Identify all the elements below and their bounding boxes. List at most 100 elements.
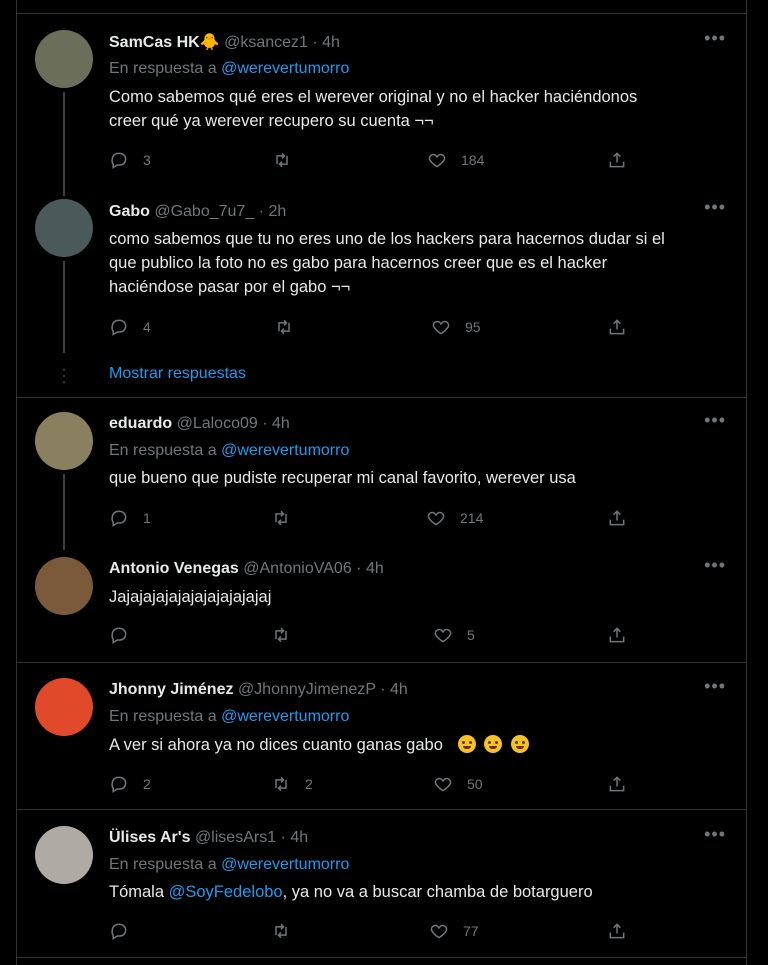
retweet-icon (276, 152, 288, 168)
author-handle[interactable]: @JhonnyJimenezP (238, 681, 376, 698)
tweet-text: Como sabemos qué eres el werever origina… (109, 85, 729, 133)
retweet-button[interactable] (271, 508, 305, 528)
reply-mention-link[interactable]: @werevertumorro (221, 708, 349, 725)
more-options-icon[interactable]: ••• (704, 410, 726, 431)
like-button[interactable]: 214 (426, 508, 483, 528)
author-name[interactable]: Antonio Venegas (109, 560, 239, 577)
reply-button[interactable]: 1 (109, 508, 151, 528)
author-name[interactable]: Gabo (109, 203, 150, 220)
share-icon (609, 776, 625, 792)
like-button[interactable]: 184 (427, 150, 484, 170)
reply-count: 1 (143, 510, 151, 526)
retweet-icon (278, 319, 290, 335)
avatar[interactable] (35, 412, 93, 470)
more-options-icon[interactable]: ••• (704, 197, 726, 218)
timestamp[interactable]: · 4h (262, 415, 290, 432)
tweet-text-line: que bueno que pudiste recuperar mi canal… (109, 469, 576, 487)
retweet-icon (275, 923, 287, 939)
avatar[interactable] (35, 826, 93, 884)
reply-mention-link[interactable]: @werevertumorro (221, 856, 349, 873)
show-replies-link[interactable]: Mostrar respuestas (109, 365, 246, 383)
share-button[interactable] (607, 921, 627, 941)
like-button[interactable]: 50 (433, 774, 483, 794)
thread-line (63, 474, 65, 550)
tweet-header: Antonio Venegas @AntonioVA06 · 4h (109, 560, 384, 578)
retweet-icon (275, 776, 287, 792)
timestamp[interactable]: · 2h (259, 203, 287, 220)
more-options-icon[interactable]: ••• (704, 676, 726, 697)
divider (17, 662, 746, 663)
share-button[interactable] (607, 508, 627, 528)
avatar[interactable] (35, 199, 93, 257)
timestamp[interactable]: · 4h (312, 34, 340, 51)
reply-button[interactable] (109, 921, 143, 941)
author-handle[interactable]: @Laloco09 (177, 415, 258, 432)
like-button[interactable]: 95 (431, 317, 481, 337)
reply-icon (111, 319, 127, 336)
reply-context: En respuesta a @werevertumorro (109, 60, 349, 78)
reply-button[interactable]: 3 (109, 150, 151, 170)
more-options-icon[interactable]: ••• (704, 555, 726, 576)
tweet-text-line: que publico la foto no es gabo para hace… (109, 254, 608, 272)
tweet-text: Tómala @SoyFedelobo, ya no va a buscar c… (109, 880, 729, 904)
timestamp[interactable]: · 4h (380, 681, 408, 698)
thread-line (63, 261, 65, 353)
timestamp[interactable]: · 4h (356, 560, 384, 577)
share-icon (609, 923, 625, 939)
avatar[interactable] (35, 557, 93, 615)
share-button[interactable] (607, 625, 627, 645)
share-button[interactable] (607, 150, 627, 170)
reply-context: En respuesta a @werevertumorro (109, 856, 349, 874)
retweet-button[interactable] (274, 317, 308, 337)
retweet-button[interactable] (272, 150, 306, 170)
like-count: 77 (463, 923, 479, 939)
heart-icon (434, 777, 452, 792)
confused-face-emoji-icon (457, 735, 476, 753)
retweet-button[interactable] (271, 625, 305, 645)
tweet-header: eduardo @Laloco09 · 4h (109, 415, 290, 433)
tweet-text-line: A ver si ahora ya no dices cuanto ganas … (109, 736, 443, 754)
reply-icon (111, 510, 127, 527)
share-button[interactable] (607, 317, 627, 337)
avatar[interactable] (35, 30, 93, 88)
like-count: 184 (461, 152, 485, 168)
more-options-icon[interactable]: ••• (704, 824, 726, 845)
author-name[interactable]: eduardo (109, 415, 172, 432)
author-name[interactable]: Ülises Ar's (109, 829, 190, 846)
reply-mention-link[interactable]: @werevertumorro (221, 442, 349, 459)
retweet-button[interactable] (271, 921, 305, 941)
reply-mention-link[interactable]: @werevertumorro (221, 60, 349, 77)
reply-count: 4 (143, 319, 151, 335)
retweet-button[interactable]: 2 (271, 774, 313, 794)
share-button[interactable] (607, 774, 627, 794)
more-options-icon[interactable]: ••• (704, 28, 726, 49)
tweet-header: Ülises Ar's @lisesArs1 · 4h (109, 829, 308, 847)
tweet-actions: 1 214 (109, 508, 669, 528)
thread-line (63, 92, 65, 196)
tweet-actions: 77 (109, 921, 669, 941)
author-name[interactable]: Jhonny Jiménez (109, 681, 233, 698)
author-handle[interactable]: @AntonioVA06 (243, 560, 351, 577)
tweet-text-line: como sabemos que tu no eres uno de los h… (109, 230, 665, 248)
reply-button[interactable]: 2 (109, 774, 151, 794)
tweet-text-segment: Tómala (109, 883, 169, 901)
divider (17, 809, 746, 810)
like-button[interactable]: 77 (429, 921, 479, 941)
tweet-text-line: Jajajajajajajajajajajajaj (109, 588, 272, 606)
timestamp[interactable]: · 4h (281, 829, 309, 846)
avatar[interactable] (35, 678, 93, 736)
share-icon (609, 627, 625, 643)
author-handle[interactable]: @ksancez1 (224, 34, 308, 51)
retweet-icon (275, 510, 287, 526)
reply-button[interactable] (109, 625, 143, 645)
mention-link[interactable]: @SoyFedelobo (169, 883, 283, 901)
reply-prefix: En respuesta a (109, 856, 217, 873)
like-button[interactable]: 5 (433, 625, 475, 645)
tweet-actions: 5 (109, 625, 669, 645)
tweet-text-line: Como sabemos qué eres el werever origina… (109, 88, 638, 106)
author-name[interactable]: SamCas HK🐥 (109, 34, 220, 51)
author-handle[interactable]: @Gabo_7u7_ (154, 203, 254, 220)
reply-button[interactable]: 4 (109, 317, 151, 337)
share-icon (609, 152, 625, 168)
author-handle[interactable]: @lisesArs1 (195, 829, 276, 846)
